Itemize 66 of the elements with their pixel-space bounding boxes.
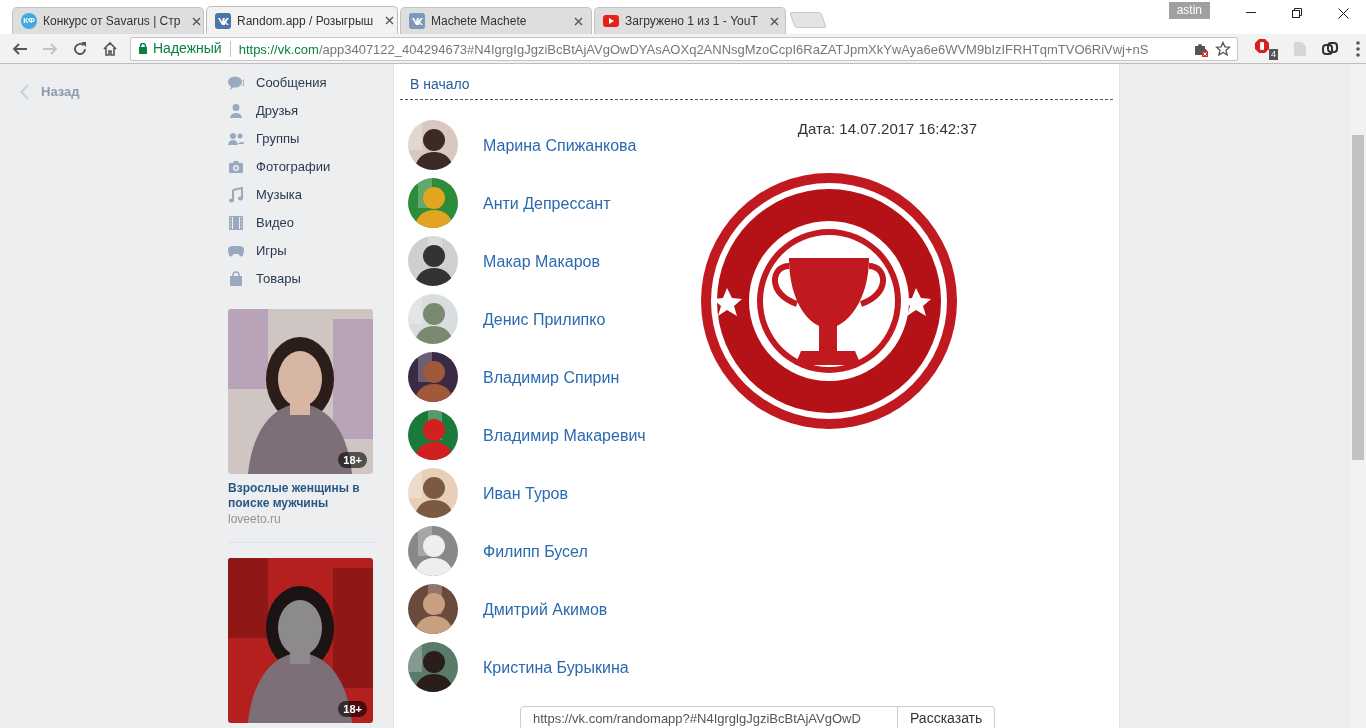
ad-title-link[interactable]: Взрослые женщины в поиске мужчины xyxy=(228,481,375,511)
address-bar[interactable]: Надежный https://vk.com/app3407122_404294673#N4IgrgIgJgziBcBtAjAVgOwDYAsAOXq2ANNsgMzoCcpI6RaZATJpmXkYwAya6e6WVM9bIzIFRHTqmTVO6RiVwj+nS xyxy=(130,36,1238,61)
tab-title: Конкурс от Savarus | Стр xyxy=(43,13,181,30)
tab-title: Random.app / Розыгрыш xyxy=(237,12,374,30)
tab-title: Machete Machete xyxy=(431,13,527,30)
person-icon xyxy=(228,103,244,119)
age-badge: 18+ xyxy=(338,452,367,468)
extension-badge: 4 xyxy=(1269,48,1278,60)
sidebar-item[interactable]: Видео xyxy=(256,213,294,233)
secure-label: Надежный xyxy=(153,39,222,58)
winner-name-link[interactable]: Денис Прилипко xyxy=(483,308,606,332)
shopping-bag-icon xyxy=(228,271,244,287)
browser-tab[interactable]: КФ Конкурс от Savarus | Стр xyxy=(12,7,204,34)
url-text: https://vk.com/app3407122_404294673#N4IgrgIgJgziBcBtAjAVgOwDYAsAOXq2ANNsgMzoCcpI6RaZATJpmXkYwAya6e6WVM9bIzIFRHTqmTVO6RiVwj+nS xyxy=(238,41,1149,57)
browser-tab[interactable]: Загружено 1 из 1 - YouT xyxy=(594,7,786,34)
winner-name-link[interactable]: Марина Спижанкова xyxy=(483,134,637,158)
browser-tab[interactable]: Random.app / Розыгрыш xyxy=(206,6,398,34)
ad-domain: loveeto.ru xyxy=(228,511,282,527)
winner-name-link[interactable]: Иван Туров xyxy=(483,482,568,506)
vk-favicon-icon xyxy=(215,12,231,29)
sidebar-item[interactable]: Игры xyxy=(256,241,287,261)
reload-icon[interactable] xyxy=(72,40,88,57)
stop-extension-button[interactable]: 4 xyxy=(1254,37,1278,60)
scrollbar-thumb[interactable] xyxy=(1352,135,1364,460)
winner-name-link[interactable]: Владимир Макаревич xyxy=(483,424,646,448)
sidebar-item[interactable]: Товары xyxy=(256,269,301,289)
site-favicon: КФ xyxy=(21,13,37,29)
speech-bubble-icon xyxy=(228,75,244,91)
music-note-icon xyxy=(228,187,244,203)
gamepad-icon xyxy=(228,243,244,259)
winner-name-link[interactable]: Филипп Бусел xyxy=(483,540,588,564)
home-icon[interactable] xyxy=(102,40,118,57)
star-icon[interactable] xyxy=(1215,40,1231,57)
home-link[interactable]: В начало xyxy=(410,76,470,92)
tab-title: Загружено 1 из 1 - YouT xyxy=(625,13,758,30)
winner-name-link[interactable]: Владимир Спирин xyxy=(483,366,620,390)
browser-tab[interactable]: Machete Machete xyxy=(400,7,592,34)
sidebar-item[interactable]: Музыка xyxy=(256,185,302,205)
winner-name-link[interactable]: Макар Макаров xyxy=(483,250,600,274)
chevron-left-icon xyxy=(20,83,29,100)
lock-icon xyxy=(139,43,147,54)
minimize-icon[interactable] xyxy=(1246,12,1256,14)
share-link-field[interactable]: https://vk.com/randomapp?#N4IgrglgJgziBcBtAjAVgOwD xyxy=(520,706,898,728)
close-icon[interactable] xyxy=(385,16,395,25)
play-favicon-icon xyxy=(603,13,619,29)
winner-name-link[interactable]: Кристина Бурыкина xyxy=(483,656,629,680)
camera-icon xyxy=(228,159,244,175)
sidebar-item[interactable]: Группы xyxy=(256,129,300,149)
film-strip-icon xyxy=(228,215,244,231)
sidebar-item[interactable]: Друзья xyxy=(256,101,299,121)
age-badge: 18+ xyxy=(338,701,367,717)
sidebar-item[interactable]: Фотографии xyxy=(256,157,331,177)
sidebar-item[interactable]: Сообщения xyxy=(256,73,327,93)
date-text: Дата: 14.07.2017 16:42:37 xyxy=(797,119,977,139)
people-icon xyxy=(228,131,244,147)
winner-name-link[interactable]: Дмитрий Акимов xyxy=(483,598,608,622)
vk-favicon-icon xyxy=(409,13,425,29)
restore-icon[interactable] xyxy=(1292,8,1302,18)
share-button[interactable]: Рассказать xyxy=(898,706,996,728)
back-icon[interactable] xyxy=(12,40,28,57)
winner-name-link[interactable]: Анти Депрессант xyxy=(483,192,611,216)
linked-rings-icon[interactable] xyxy=(1322,40,1338,57)
close-icon[interactable] xyxy=(1337,7,1349,19)
menu-icon[interactable] xyxy=(1356,40,1360,57)
scrollbar[interactable] xyxy=(1350,64,1366,728)
stop-hand-icon xyxy=(1254,37,1270,54)
